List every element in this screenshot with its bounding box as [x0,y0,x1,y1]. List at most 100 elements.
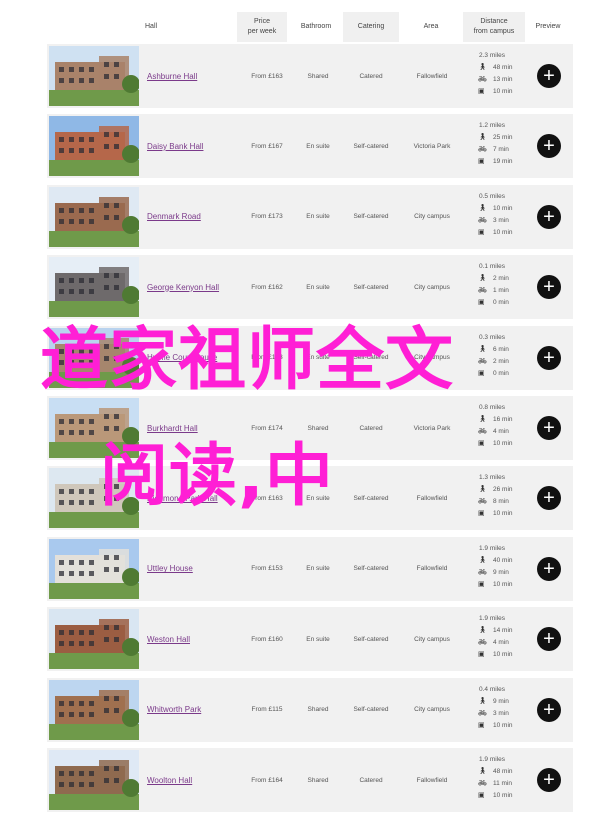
preview-plus-button[interactable]: + [537,627,561,652]
bus-time: ▣ 10 min [461,579,531,591]
bike-value: 11 min [493,780,513,787]
distance-miles: 2.3 miles [479,52,506,59]
plus-icon: + [543,698,555,721]
distance: 0.4 miles 🚶︎ 9 min 🚲︎ 3 min ▣ 10 min [461,684,531,732]
walk-value: 2 min [493,275,509,283]
bus-icon: ▣ [478,299,485,307]
bus-value: 0 min [493,299,509,307]
hall-name-link[interactable]: Ashburne Hall [147,44,237,108]
plus-icon: + [543,205,555,228]
bus-time: ▣ 10 min [461,649,531,661]
preview-plus-button[interactable]: + [537,768,561,792]
area: City campus [414,706,450,714]
price: From £173 [251,213,283,221]
header-bathroom: Bathroom [300,23,332,30]
area: City campus [414,354,450,362]
area: Victoria Park [413,424,451,432]
preview-plus-button[interactable]: + [537,486,561,511]
walk-value: 26 min [493,486,513,494]
table-row: Weston Hall From £160 En suite Self-catered… [47,607,573,672]
bike-time: 🚲︎ 7 min [461,144,531,156]
walk-time: 🚶︎ 9 min [461,696,531,708]
bus-icon: ▣ [478,510,485,518]
bus-time: ▣ 19 min [461,156,531,168]
bus-time: ▣ 10 min [461,227,531,239]
bus-value: 10 min [493,228,513,236]
bus-icon: ▣ [478,721,485,729]
preview-plus-button[interactable]: + [537,416,561,440]
bus-time: ▣ 10 min [461,86,531,98]
distance-miles: 0.1 miles [479,263,506,271]
bus-icon: ▣ [478,651,485,659]
price: From £163 [251,72,283,80]
bike-time: 🚲︎ 4 min [461,637,531,649]
walk-icon: 🚶︎ [478,768,487,775]
catering: Self-catered [353,494,389,502]
bike-icon: 🚲︎ [478,639,487,647]
hall-name-link[interactable]: Woolton Hall [147,748,237,812]
preview-plus-button[interactable]: + [537,204,561,229]
preview-plus-button[interactable]: + [537,134,561,159]
walk-icon: 🚶︎ [478,345,487,353]
preview-plus-button[interactable]: + [537,697,561,722]
walk-time: 🚶︎ 25 min [461,132,531,144]
walk-icon: 🚶︎ [478,627,487,635]
hall-name-link[interactable]: Weston Hall [147,607,237,671]
catering: Self-catered [353,635,389,643]
bike-icon: 🚲︎ [478,76,487,83]
preview-plus-button[interactable]: + [537,275,561,300]
area: Fallowfield [416,494,448,502]
area: Victoria Park [413,142,451,150]
bike-time: 🚲︎ 1 min [461,285,531,297]
bus-value: 10 min [493,792,513,799]
hall-name-link[interactable]: George Kenyon Hall [147,255,237,319]
price: From £164 [251,776,283,784]
preview-plus-button[interactable]: + [537,556,561,581]
bus-icon: ▣ [478,440,485,447]
bus-value: 10 min [493,651,513,659]
walk-icon: 🚶︎ [478,134,487,142]
hall-photo [49,398,139,458]
hall-name-link[interactable]: Daisy Bank Hall [147,114,237,178]
header-distance: Distance from campus [463,12,525,42]
bike-value: 4 min [493,639,509,647]
hall-photo [49,186,139,247]
bike-value: 8 min [493,498,509,506]
walk-value: 25 min [493,134,513,142]
plus-icon: + [543,769,555,791]
distance-miles: 0.8 miles [479,404,506,411]
area: Fallowfield [416,565,448,573]
bike-value: 13 min [493,76,513,83]
table-row: Woolton Hall From £164 Shared Catered Fallow… [47,748,573,812]
preview-plus-button[interactable]: + [537,64,561,88]
bike-icon: 🚲︎ [478,287,487,295]
bike-icon: 🚲︎ [478,146,487,154]
preview-plus-button[interactable]: + [537,345,561,370]
walk-time: 🚶︎ 6 min [461,344,531,356]
plus-icon: + [543,557,555,580]
walk-value: 6 min [493,345,509,353]
walk-time: 🚶︎ 48 min [461,62,531,74]
hall-name-link[interactable]: Denmark Road [147,185,237,249]
table-row: Uttley House From £153 En suite Self-catere… [47,536,573,601]
hall-name-link[interactable]: Burkhardt Hall [147,396,237,460]
plus-icon: + [543,276,555,299]
hall-name-link[interactable]: Uttley House [147,537,237,601]
header-area: Area [423,23,439,30]
price: From £163 [251,494,283,502]
header-preview: Preview [535,23,561,30]
walk-time: 🚶︎ 14 min [461,625,531,637]
walk-value: 48 min [493,768,513,775]
bike-value: 3 min [493,709,509,717]
bus-value: 0 min [493,369,509,377]
table-row: Daisy Bank Hall From £167 En suite Self-cat… [47,114,573,179]
bike-value: 3 min [493,216,509,224]
header-hall: Hall [145,23,158,30]
hall-name-link[interactable]: Hulme Court House [147,326,237,390]
price: From £162 [251,283,283,291]
catering: Self-catered [353,283,389,291]
catering: Self-catered [353,565,389,573]
bus-icon: ▣ [478,580,485,588]
hall-name-link[interactable]: Richmond Park Hall [147,466,237,530]
hall-name-link[interactable]: Whitworth Park [147,678,237,742]
